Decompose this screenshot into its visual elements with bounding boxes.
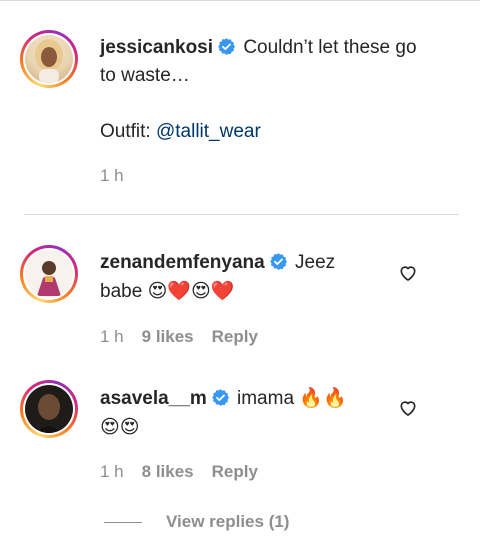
heart-outline-icon[interactable] (398, 263, 418, 283)
comment-time: 1 h (100, 462, 124, 481)
reply-button[interactable]: Reply (212, 462, 258, 482)
comment-time: 1 h (100, 327, 124, 346)
caption-username[interactable]: jessicankosi (100, 37, 213, 58)
comment-text: asavela__m imama 🔥🔥 😍😍 (100, 384, 390, 442)
caption-time: 1 h (100, 166, 124, 185)
caption-text: jessicankosi Couldn’t let these go to wa… (100, 34, 430, 146)
view-replies-button[interactable]: View replies (1) (104, 512, 289, 532)
comment-body: Jeez (295, 252, 336, 273)
comment-body-cont: babe (100, 281, 143, 302)
comment-body: imama (237, 388, 295, 409)
caption-divider (24, 214, 459, 215)
outfit-label: Outfit: (100, 121, 151, 142)
verified-badge-icon (269, 252, 288, 271)
comment-username[interactable]: asavela__m (100, 388, 207, 409)
view-replies-label[interactable]: View replies (1) (166, 512, 289, 532)
avatar-photo (37, 261, 61, 296)
avatar-photo (35, 39, 63, 83)
verified-badge-icon (217, 37, 236, 56)
comment-emojis: 😍❤️😍❤️ (147, 280, 235, 302)
replies-line (104, 521, 142, 523)
outfit-mention-link[interactable]: @tallit_wear (156, 121, 261, 142)
avatar-jessicankosi[interactable] (20, 30, 78, 88)
comment-username[interactable]: zenandemfenyana (100, 252, 265, 273)
avatar-asavela__m[interactable] (20, 380, 78, 438)
reply-button[interactable]: Reply (212, 327, 258, 347)
caption-meta: 1 h (100, 166, 124, 186)
comment-text: zenandemfenyana Jeez babe 😍❤️😍❤️ (100, 249, 390, 306)
comment-emojis: 🔥🔥 (299, 387, 347, 409)
comment-emojis-cont: 😍😍 (100, 416, 140, 438)
top-divider (0, 0, 480, 1)
comment-meta: 1 h 9 likes Reply (100, 327, 258, 347)
avatar-photo (37, 394, 61, 433)
avatar-zenandemfenyana[interactable] (20, 245, 78, 303)
verified-badge-icon (211, 388, 230, 407)
comment-likes[interactable]: 8 likes (142, 462, 194, 482)
heart-outline-icon[interactable] (398, 398, 418, 418)
comment-likes[interactable]: 9 likes (142, 327, 194, 347)
comment-meta: 1 h 8 likes Reply (100, 462, 258, 482)
